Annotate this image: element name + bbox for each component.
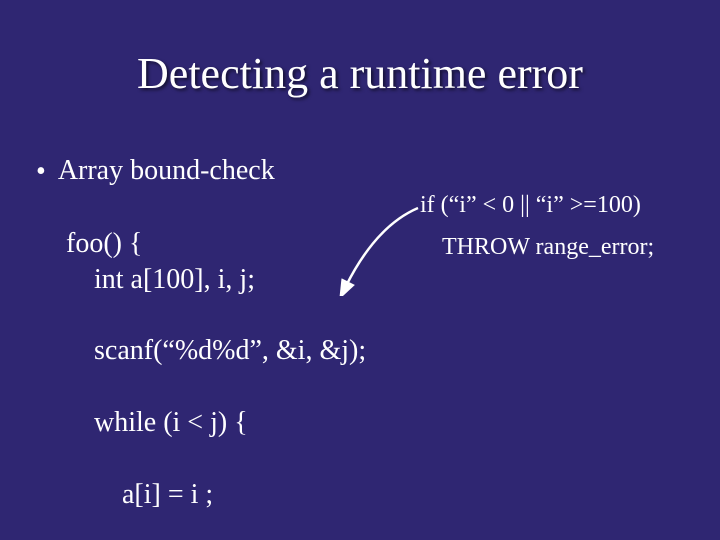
slide: Detecting a runtime error • Array bound-…	[0, 0, 720, 540]
bullet-text: Array bound-check	[58, 155, 275, 187]
slide-title: Detecting a runtime error	[0, 48, 720, 99]
code-line-1: foo() {	[66, 228, 142, 259]
code-line-5: a[i] = i ;	[66, 477, 366, 513]
code-line-3: scanf(“%d%d”, &i, &j);	[66, 333, 366, 369]
code-line-2: int a[100], i, j;	[66, 262, 366, 298]
bullet-item: • Array bound-check	[36, 155, 275, 189]
code-block: foo() { int a[100], i, j; scanf(“%d%d”, …	[66, 190, 366, 540]
bullet-dot-icon: •	[36, 155, 46, 189]
annotation-if: if (“i” < 0 || “i” >=100)	[420, 192, 641, 219]
annotation-throw: THROW range_error;	[442, 234, 654, 261]
code-line-4: while (i < j) {	[66, 405, 366, 441]
